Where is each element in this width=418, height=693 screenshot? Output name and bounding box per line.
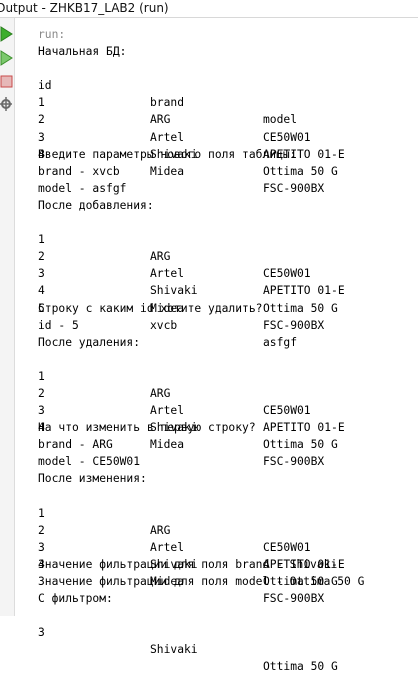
table-row: 1 ARG CE50W01 xyxy=(38,77,418,143)
output-console[interactable]: run: Начальная БД: id brand model 1 ARG … xyxy=(38,26,418,673)
table-row: 2 Artel APETITO 01-E xyxy=(38,505,418,571)
table-row: 5 xvcb asfgf xyxy=(38,282,418,349)
table-row: 1 ARG CE50W01 xyxy=(38,488,418,554)
row-id: 3 xyxy=(38,626,45,640)
delete-prompt: Строку с каким id хотите удалить? xyxy=(38,301,263,315)
table-row: 4 Midea FSC-900BX xyxy=(38,129,418,195)
table-row: 3 Shivaki Ottima 50 G xyxy=(38,248,418,314)
table-row: 3 Shivaki Ottima 50 G xyxy=(38,111,418,178)
after-change-heading: После изменения: xyxy=(38,472,147,486)
table-row: 2 Artel APETITO 01-E xyxy=(38,368,418,434)
filter-model: Значение фильтрации для поля model - Ott… xyxy=(38,575,365,588)
table-row: 4 Midea FSC-900BX xyxy=(38,539,418,605)
row-model: Ottima 50 G xyxy=(263,660,338,674)
change-brand: brand - ARG xyxy=(38,438,113,452)
change-model: model - CE50W01 xyxy=(38,455,141,469)
input-brand: brand - xvcb xyxy=(38,164,120,178)
stop-button[interactable] xyxy=(0,74,13,90)
settings-button[interactable] xyxy=(0,96,13,112)
stop-icon xyxy=(0,75,13,88)
row-brand: Shivaki xyxy=(150,643,198,657)
input-model: model - asfgf xyxy=(38,181,127,195)
initial-db-heading: Начальная БД: xyxy=(38,45,127,59)
change-prompt: На что изменить в первую строку? xyxy=(38,421,256,435)
run-button[interactable] xyxy=(0,26,13,42)
window-title: Output - ZHKB17_LAB2 (run) xyxy=(0,1,169,15)
delete-id: id - 5 xyxy=(38,318,79,332)
run-again-button[interactable] xyxy=(0,50,13,66)
filtered-heading: С фильтром: xyxy=(38,592,113,606)
table-row: 3 Shivaki Ottima 50 G xyxy=(38,385,418,451)
table-row: 4 Midea FSC-900BX xyxy=(38,265,418,331)
output-toolbar xyxy=(0,18,15,616)
filter-brand: Значение фильтрации для поля brand - Shi… xyxy=(38,557,338,571)
run-label: run: xyxy=(38,28,66,41)
after-delete-heading: После удаления: xyxy=(38,335,141,349)
table-header: id brand model xyxy=(38,60,418,126)
table-row: 2 Artel APETITO 01-E xyxy=(38,94,418,160)
settings-icon xyxy=(0,97,12,111)
output-window-titlebar: Output - ZHKB17_LAB2 (run) xyxy=(0,0,418,18)
table-row: 1 ARG CE50W01 xyxy=(38,351,418,417)
run-again-icon xyxy=(0,50,13,66)
run-icon xyxy=(0,26,13,42)
table-row: 1 ARG CE50W01 xyxy=(38,214,418,280)
input-prompt: Введите параметры нового поля таблицы: xyxy=(38,147,297,161)
table-row: 3 Shivaki Ottima 50 G xyxy=(38,522,418,588)
table-row: 2 Artel APETITO 01-E xyxy=(38,231,418,297)
table-row: 4 Midea FSC-900BX xyxy=(38,402,418,468)
after-add-heading: После добавления: xyxy=(38,198,154,212)
